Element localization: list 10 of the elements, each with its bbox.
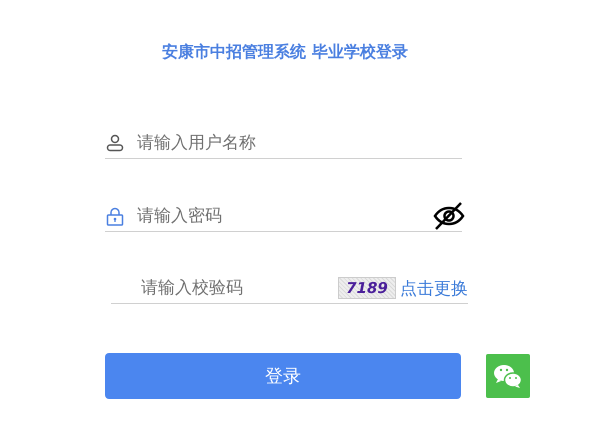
captcha-field[interactable]: 请输入校验码 — [111, 275, 338, 301]
captcha-image[interactable]: 7189 — [338, 277, 396, 299]
lock-icon — [106, 206, 124, 226]
user-icon — [106, 134, 124, 152]
password-field[interactable]: 请输入密码 — [137, 203, 432, 229]
username-field[interactable]: 请输入用户名称 — [137, 130, 462, 156]
page-title: 安康市中招管理系统 毕业学校登录 — [161, 41, 409, 63]
eye-crossed-icon[interactable] — [432, 202, 466, 230]
refresh-link[interactable]: 点击更换 — [400, 276, 468, 300]
login-button[interactable]: 登录 — [105, 353, 461, 399]
